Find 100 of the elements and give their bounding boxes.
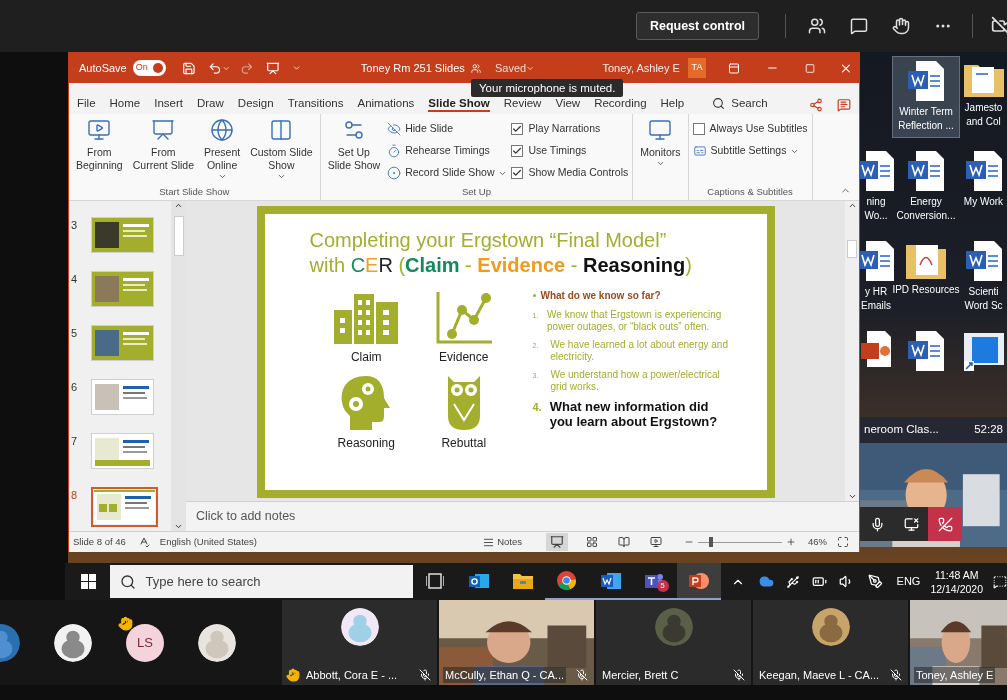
notes-placeholder[interactable]: Click to add notes [196,507,296,526]
scroll-down-icon[interactable] [174,522,183,531]
slideshow-icon[interactable] [650,536,662,548]
ribbon-button[interactable]: Rehearse Timings [387,142,508,160]
scroll-up-icon[interactable] [174,201,183,210]
ribbon-button[interactable]: Custom Slide Show [247,118,316,185]
ribbon-button[interactable]: Monitors [637,118,684,185]
group-title: Start Slide Show [158,185,231,199]
undo-icon[interactable] [208,60,222,76]
start-icon[interactable] [80,574,96,589]
icon-caption: Reasoning [337,435,395,452]
scroll-thumb[interactable] [173,216,184,256]
file-label[interactable]: My Work [963,195,1004,209]
captions-icon [692,144,707,158]
stop-sharing-button[interactable] [894,507,928,541]
ribbon-tab[interactable]: Help [660,96,685,112]
file-label[interactable]: ning Wo... [864,195,888,223]
raise-hand-icon[interactable] [892,17,910,35]
file-label[interactable]: Scienti Word Sc [964,285,1003,313]
zoom-in-icon[interactable] [786,537,796,547]
document-icon[interactable] [965,151,1002,191]
ribbon-tab[interactable]: File [77,96,96,112]
ribbon-tab[interactable]: Design [237,96,274,112]
ribbon-display-icon[interactable] [728,61,741,75]
fit-slide-icon[interactable] [837,536,849,548]
ribbon-tab[interactable]: Transitions [287,96,344,112]
slide-thumbnail[interactable] [94,490,155,524]
zoom-percent[interactable]: 46% [808,534,827,550]
ribbon-tab[interactable]: Animations [357,96,415,112]
slide-thumbnail[interactable] [92,218,153,252]
cloud-icon[interactable] [758,574,774,589]
ribbon-tab[interactable]: Home [109,96,141,112]
file-label[interactable]: Energy Conversion... [896,195,956,223]
ribbon-button[interactable]: Record Slide Show [387,164,508,182]
slide-sorter-icon[interactable] [586,536,598,548]
document-icon[interactable] [908,151,944,191]
input-language[interactable]: ENG [896,573,921,590]
checkbox[interactable] [511,123,524,135]
checkbox[interactable] [692,123,705,135]
microphone-button[interactable] [860,507,894,541]
team-app-icon [644,571,665,590]
shortcut-icon[interactable] [963,331,1004,371]
slide-thumbnail[interactable] [92,434,153,468]
icon-caption: Evidence [439,349,489,366]
taskbar-button[interactable] [676,563,721,600]
ribbon-button[interactable]: From Current Slide [129,118,197,185]
camera-off-icon[interactable] [991,16,1007,36]
ribbon-tab[interactable]: Draw [197,96,224,112]
ribbon-tab[interactable]: Recording [594,96,647,112]
chat-icon[interactable] [850,17,868,35]
ribbon-tab[interactable]: Insert [154,96,183,112]
scroll-up-icon[interactable] [847,201,857,210]
notes-button[interactable]: Notes [483,534,522,550]
presentation-file-icon[interactable] [861,331,891,367]
clock[interactable]: 11:48 AM 12/14/2020 [930,567,983,596]
slide-thumbnail[interactable] [92,380,153,414]
participants-icon[interactable] [808,17,826,35]
pen-icon[interactable] [867,574,883,589]
file-label[interactable]: y HR Emails [861,285,891,313]
request-control-button[interactable]: Request control [636,12,759,40]
document-icon[interactable] [965,241,1002,281]
scroll-thumb[interactable] [847,240,857,258]
save-icon[interactable] [182,60,197,76]
document-icon[interactable] [908,331,944,371]
ribbon-button[interactable]: Hide Slide [387,120,508,138]
reading-view-icon[interactable] [618,536,630,548]
slide-number: 7 [71,434,79,449]
ribbon-button[interactable]: Subtitle Settings [692,142,808,160]
avatar[interactable]: LS [126,623,164,662]
present-icon[interactable] [265,60,280,76]
notifications-icon[interactable] [993,574,1007,589]
scroll-down-icon[interactable] [847,492,857,501]
slide-thumbnail[interactable] [92,326,153,360]
document-icon[interactable] [860,241,894,281]
language-label[interactable]: English (United States) [159,534,257,550]
document-icon[interactable] [908,61,944,101]
file-label[interactable]: IPD Resources [892,283,960,297]
autosave-toggle[interactable]: On [132,60,167,76]
play-screen-icon [87,118,112,142]
taskbar-search-field[interactable]: Type here to search [109,565,413,598]
search-button[interactable]: Search [712,94,768,112]
battery-icon[interactable] [811,574,827,589]
slide-thumbnail[interactable] [92,272,153,306]
ribbon-tab[interactable]: Review [503,96,542,112]
document-icon[interactable] [860,151,894,191]
normal-view-icon[interactable] [546,533,568,551]
ribbon-button[interactable]: Set Up Slide Show [324,118,384,185]
checkbox[interactable] [511,145,524,157]
maximize-icon[interactable] [805,62,816,74]
share-icon[interactable] [809,98,823,112]
ribbon-button[interactable]: From Beginning [73,118,126,185]
ribbon-tab[interactable]: View [555,96,581,112]
comments-icon[interactable] [837,98,851,112]
hang-up-button[interactable] [928,507,962,541]
ribbon-button[interactable]: Present Online [201,118,244,185]
checkbox[interactable] [511,167,524,179]
zoom-slider[interactable] [698,537,782,547]
search-icon [712,96,726,110]
usb-icon[interactable] [785,574,800,589]
file-label[interactable]: Jamesto and Col [964,101,1003,129]
